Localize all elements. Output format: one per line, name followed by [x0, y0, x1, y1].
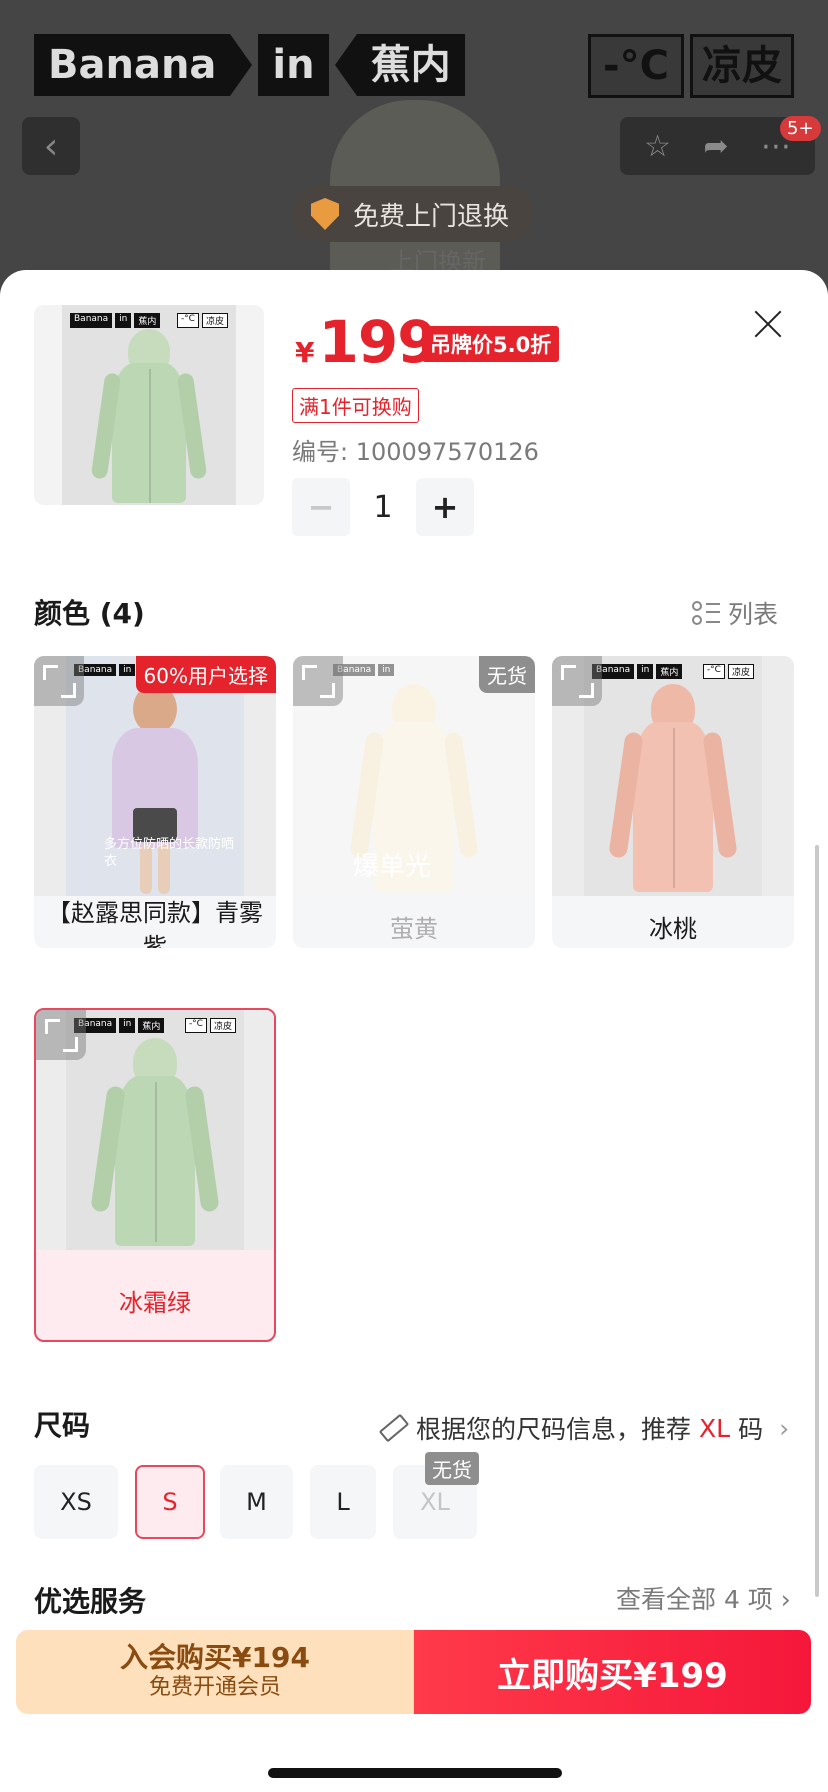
scrollbar[interactable]	[815, 845, 819, 1597]
expand-icon[interactable]	[552, 656, 602, 706]
member-purchase-button[interactable]: 入会购买¥194 免费开通会员	[16, 1630, 414, 1714]
color-option-qingwuzi[interactable]: Banana in 多方位防晒的长款防晒衣 60%用户选择 【赵露思同款】青雾紫	[34, 656, 276, 948]
color-section-title: 颜色 (4)	[34, 597, 145, 630]
size-option-s[interactable]: S	[135, 1465, 205, 1539]
sku-selection-sheet: Banana in 蕉内 -°C 凉皮 ¥ 199 吊牌价5.0折 满1件可换购 编号…	[0, 270, 828, 1792]
list-icon	[692, 599, 720, 627]
sold-out-badge: 无货	[479, 656, 535, 693]
color-label: 冰霜绿	[119, 1289, 191, 1317]
color-label: 萤黄	[390, 915, 438, 943]
background-page: Banana in 蕉内 -°C 凉皮 ‹ ☆ ➦ ⋯ 5+ 免费上门退换 上门…	[0, 0, 828, 300]
color-option-bingtao[interactable]: Banana in 蕉内 -°C 凉皮 冰桃	[552, 656, 794, 948]
color-option-yinghuang[interactable]: Bananain 爆单光 无货 萤黄	[293, 656, 535, 948]
decrease-button[interactable]: −	[292, 478, 350, 536]
view-all-services-link[interactable]: 查看全部 4 项 ›	[616, 1580, 791, 1616]
discount-badge: 吊牌价5.0折	[422, 326, 560, 362]
notification-badge: 5+	[780, 116, 821, 141]
quantity-value[interactable]: 1	[350, 490, 416, 525]
expand-icon[interactable]	[293, 656, 343, 706]
buy-now-button[interactable]: 立即购买¥199	[414, 1630, 811, 1714]
color-label: 【赵露思同款】青雾紫	[47, 899, 263, 948]
cool-tag: 凉皮	[690, 34, 794, 98]
size-recommendation[interactable]: 根据您的尺码信息，推荐 XL 码 ›	[378, 1410, 790, 1446]
action-bar: 入会购买¥194 免费开通会员 立即购买¥199	[16, 1630, 811, 1714]
promo-caption: 多方位防晒的长款防晒衣	[104, 837, 235, 869]
color-label: 冰桃	[649, 915, 697, 943]
close-icon[interactable]	[748, 304, 788, 344]
home-indicator	[268, 1768, 562, 1778]
sold-out-overlay-text: 爆单光	[353, 852, 432, 882]
color-option-bingshuanglv[interactable]: Banana in 蕉内 -°C 凉皮 冰霜绿	[34, 1008, 276, 1342]
size-section-title: 尺码	[34, 1409, 91, 1442]
expand-icon[interactable]	[36, 1010, 86, 1060]
increase-button[interactable]: +	[416, 478, 474, 536]
chevron-right-icon: ›	[779, 1413, 790, 1443]
star-icon[interactable]: ☆	[644, 129, 671, 164]
chevron-left-icon: ‹	[43, 125, 59, 167]
ruler-icon	[378, 1413, 410, 1443]
free-return-pill: 免费上门退换	[293, 186, 534, 242]
price: ¥ 199	[295, 308, 438, 376]
services-section-title: 优选服务	[34, 1585, 147, 1618]
size-option-l[interactable]: L	[310, 1465, 376, 1539]
product-thumbnail: Banana in 蕉内 -°C 凉皮	[34, 305, 264, 505]
size-option-m[interactable]: M	[220, 1465, 293, 1539]
shield-icon	[311, 198, 339, 230]
sold-out-badge: 无货	[425, 1452, 479, 1485]
quantity-stepper: − 1 +	[292, 478, 474, 536]
sku-number: 编号: 100097570126	[292, 438, 539, 466]
expand-icon[interactable]	[34, 656, 84, 706]
temp-tag: -°C	[588, 34, 684, 98]
back-button[interactable]: ‹	[22, 117, 80, 175]
promo-tag: 满1件可换购	[292, 388, 419, 423]
list-view-toggle[interactable]: 列表	[692, 595, 778, 631]
share-icon[interactable]: ➦	[703, 129, 728, 164]
popular-badge: 60%用户选择	[135, 656, 276, 693]
size-option-xs[interactable]: XS	[34, 1465, 118, 1539]
brand-logo: Banana in 蕉内	[34, 34, 465, 96]
